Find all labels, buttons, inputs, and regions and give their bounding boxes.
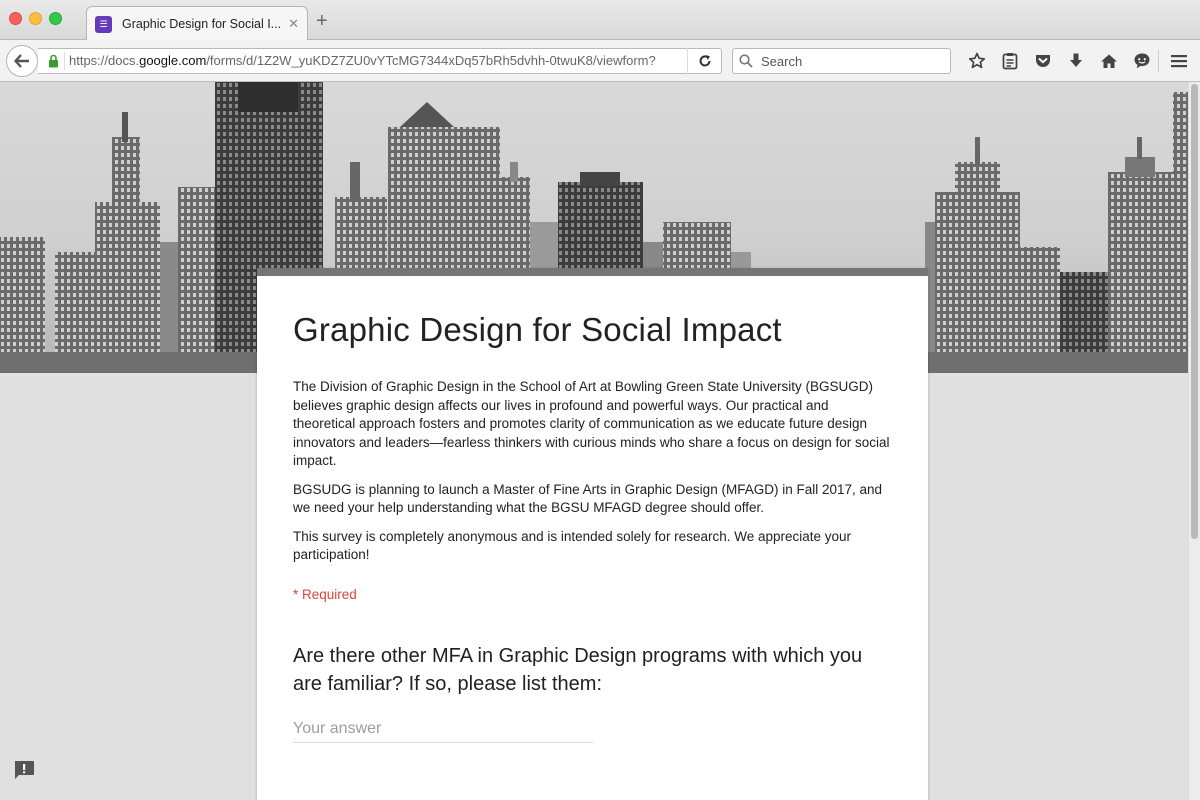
description-paragraph: BGSUDG is planning to launch a Master of… bbox=[293, 481, 883, 516]
close-icon[interactable]: ✕ bbox=[288, 16, 299, 32]
form-description: The Division of Graphic Design in the Sc… bbox=[293, 378, 892, 565]
google-forms-icon: ☰ bbox=[95, 15, 112, 33]
page-scrollbar[interactable] bbox=[1188, 82, 1200, 800]
tab-title: Graphic Design for Social I... bbox=[122, 17, 282, 31]
lock-icon bbox=[42, 54, 64, 68]
minimize-window-button[interactable] bbox=[29, 12, 42, 25]
toolbar-divider bbox=[1158, 50, 1159, 72]
chat-icon[interactable] bbox=[1125, 50, 1158, 72]
search-icon bbox=[739, 54, 753, 68]
hamburger-menu-icon[interactable] bbox=[1166, 50, 1192, 72]
download-icon[interactable] bbox=[1059, 50, 1092, 72]
scrollbar-thumb[interactable] bbox=[1191, 84, 1198, 539]
form-title: Graphic Design for Social Impact bbox=[293, 311, 782, 348]
description-paragraph: This survey is completely anonymous and … bbox=[293, 528, 852, 563]
close-window-button[interactable] bbox=[9, 12, 22, 25]
url-text[interactable]: https://docs.google.com/forms/d/1Z2W_yuK… bbox=[64, 52, 679, 70]
new-tab-button[interactable]: + bbox=[316, 11, 328, 31]
search-input[interactable] bbox=[759, 52, 939, 70]
question-title: Are there other MFA in Graphic Design pr… bbox=[293, 644, 863, 695]
reading-list-icon[interactable] bbox=[993, 50, 1026, 72]
navigation-toolbar: https://docs.google.com/forms/d/1Z2W_yuK… bbox=[0, 40, 1200, 82]
zoom-window-button[interactable] bbox=[49, 12, 62, 25]
url-bar[interactable]: https://docs.google.com/forms/d/1Z2W_yuK… bbox=[38, 48, 722, 74]
browser-tab[interactable]: ☰ Graphic Design for Social I... ✕ bbox=[86, 6, 308, 41]
back-arrow-icon bbox=[14, 54, 29, 68]
description-paragraph: The Division of Graphic Design in the Sc… bbox=[293, 379, 890, 468]
form-card: Graphic Design for Social Impact The Div… bbox=[257, 268, 928, 800]
home-icon[interactable] bbox=[1092, 50, 1125, 72]
answer-input[interactable] bbox=[293, 715, 593, 743]
browser-titlebar: ☰ Graphic Design for Social I... ✕ + bbox=[0, 0, 1200, 41]
reload-icon[interactable] bbox=[687, 48, 721, 74]
pocket-icon[interactable] bbox=[1026, 50, 1059, 72]
page-viewport: Graphic Design for Social Impact The Div… bbox=[0, 82, 1200, 800]
bookmark-star-icon[interactable] bbox=[960, 50, 993, 72]
back-button[interactable] bbox=[6, 45, 38, 77]
search-bar[interactable] bbox=[732, 48, 951, 74]
report-feedback-icon[interactable] bbox=[13, 760, 35, 780]
required-note: * Required bbox=[293, 586, 357, 602]
